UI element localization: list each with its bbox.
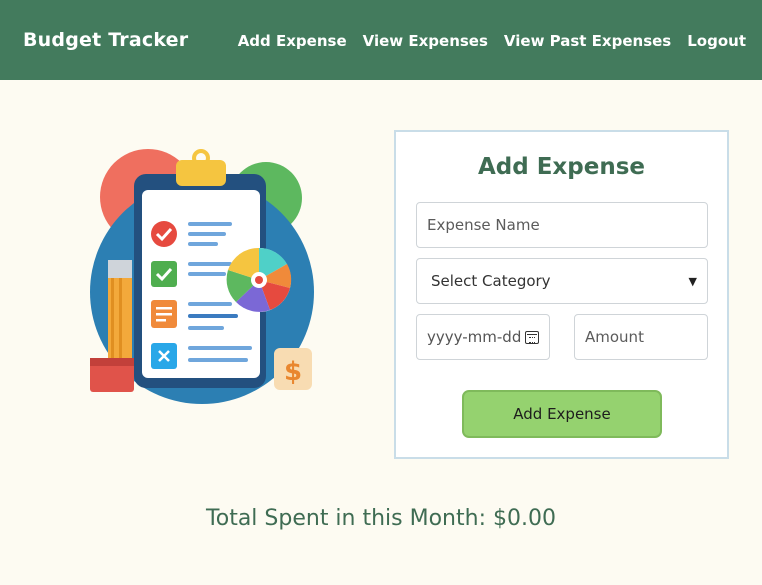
monthly-total: Total Spent in this Month: $0.00	[0, 506, 762, 531]
nav-view-expenses[interactable]: View Expenses	[363, 32, 488, 50]
expense-name-input[interactable]	[416, 202, 708, 248]
category-select[interactable]: Select Category ▼	[416, 258, 708, 304]
form-title: Add Expense	[477, 154, 645, 180]
category-select-value: Select Category	[431, 272, 551, 290]
add-expense-button[interactable]: Add Expense	[462, 390, 662, 438]
calendar-icon[interactable]	[525, 330, 539, 344]
nav-add-expense[interactable]: Add Expense	[238, 32, 347, 50]
total-label: Total Spent in this Month:	[206, 506, 486, 531]
date-input[interactable]: yyyy-mm-dd	[416, 314, 550, 360]
nav-logout[interactable]: Logout	[687, 32, 746, 50]
chevron-down-icon: ▼	[688, 274, 697, 288]
add-expense-form: Add Expense Select Category ▼ yyyy-mm-dd…	[394, 130, 729, 459]
total-value: $0.00	[492, 506, 556, 531]
date-input-placeholder: yyyy-mm-dd	[427, 328, 522, 346]
amount-input[interactable]	[574, 314, 708, 360]
navbar: Budget Tracker Add Expense View Expenses…	[0, 0, 762, 80]
brand-title[interactable]: Budget Tracker	[23, 29, 188, 51]
svg-text:$: $	[284, 357, 302, 387]
nav-links: Add Expense View Expenses View Past Expe…	[238, 32, 746, 50]
checklist-illustration: $	[90, 149, 314, 404]
nav-view-past-expenses[interactable]: View Past Expenses	[504, 32, 671, 50]
